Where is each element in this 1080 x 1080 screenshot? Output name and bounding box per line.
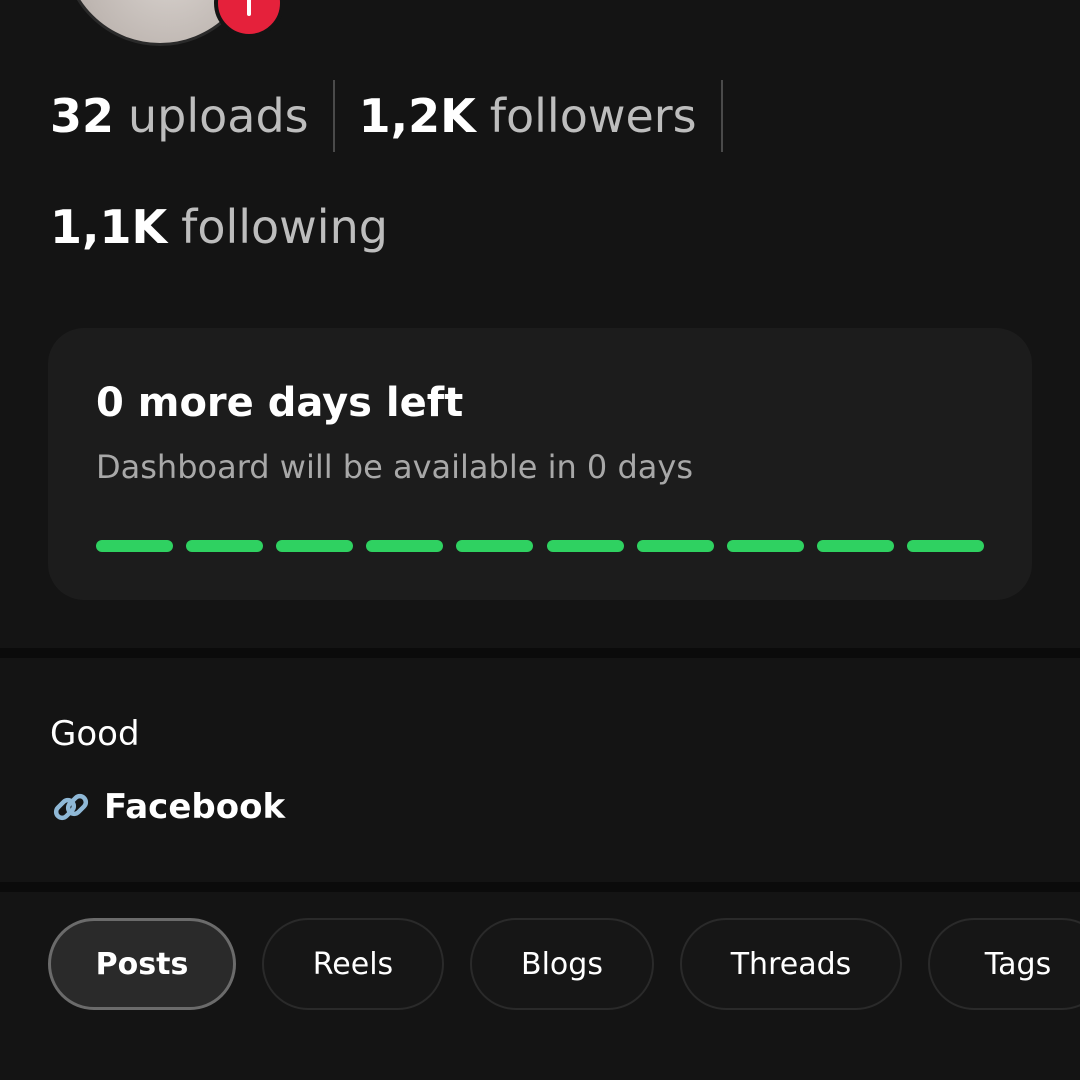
following-count: 1,1K — [50, 200, 168, 254]
bio-link[interactable]: Facebook — [50, 786, 285, 828]
tab-blogs[interactable]: Blogs — [470, 918, 654, 1010]
progress-segment — [456, 540, 534, 552]
plus-icon — [247, 0, 251, 16]
uploads-label: uploads — [128, 89, 309, 143]
countdown-subtitle: Dashboard will be available in 0 days — [96, 448, 693, 486]
progress-segment — [366, 540, 444, 552]
following-stat[interactable]: 1,1K following — [50, 200, 388, 254]
progress-segment — [186, 540, 264, 552]
section-divider — [0, 648, 1080, 658]
stats-divider — [720, 80, 723, 152]
bio-text: Good — [50, 714, 140, 754]
following-label: following — [181, 200, 388, 254]
dashboard-countdown-card: 0 more days left Dashboard will be avail… — [48, 328, 1032, 600]
progress-segment — [906, 540, 984, 552]
stats-divider — [332, 80, 335, 152]
uploads-stat[interactable]: 32 uploads — [50, 89, 309, 143]
countdown-progress — [96, 540, 984, 552]
add-story-badge[interactable] — [214, 0, 284, 38]
followers-stat[interactable]: 1,2K followers — [359, 89, 697, 143]
profile-screen: 32 uploads 1,2K followers 1,1K following… — [0, 0, 1080, 1080]
bio-link-label: Facebook — [104, 787, 286, 827]
progress-segment — [636, 540, 714, 552]
content-tabs: Posts Reels Blogs Threads Tags — [48, 918, 1080, 1014]
tab-tags[interactable]: Tags — [928, 918, 1080, 1010]
progress-segment — [816, 540, 894, 552]
section-divider — [0, 882, 1080, 892]
progress-segment — [546, 540, 624, 552]
stats-row: 32 uploads 1,2K followers — [50, 78, 747, 154]
tab-posts[interactable]: Posts — [48, 918, 236, 1010]
progress-segment — [726, 540, 804, 552]
tab-reels[interactable]: Reels — [262, 918, 444, 1010]
countdown-title: 0 more days left — [96, 380, 464, 426]
progress-segment — [96, 540, 173, 552]
progress-segment — [276, 540, 354, 552]
uploads-count: 32 — [50, 89, 115, 143]
link-icon — [50, 786, 92, 828]
tab-threads[interactable]: Threads — [680, 918, 902, 1010]
followers-count: 1,2K — [358, 89, 476, 143]
followers-label: followers — [489, 89, 697, 143]
